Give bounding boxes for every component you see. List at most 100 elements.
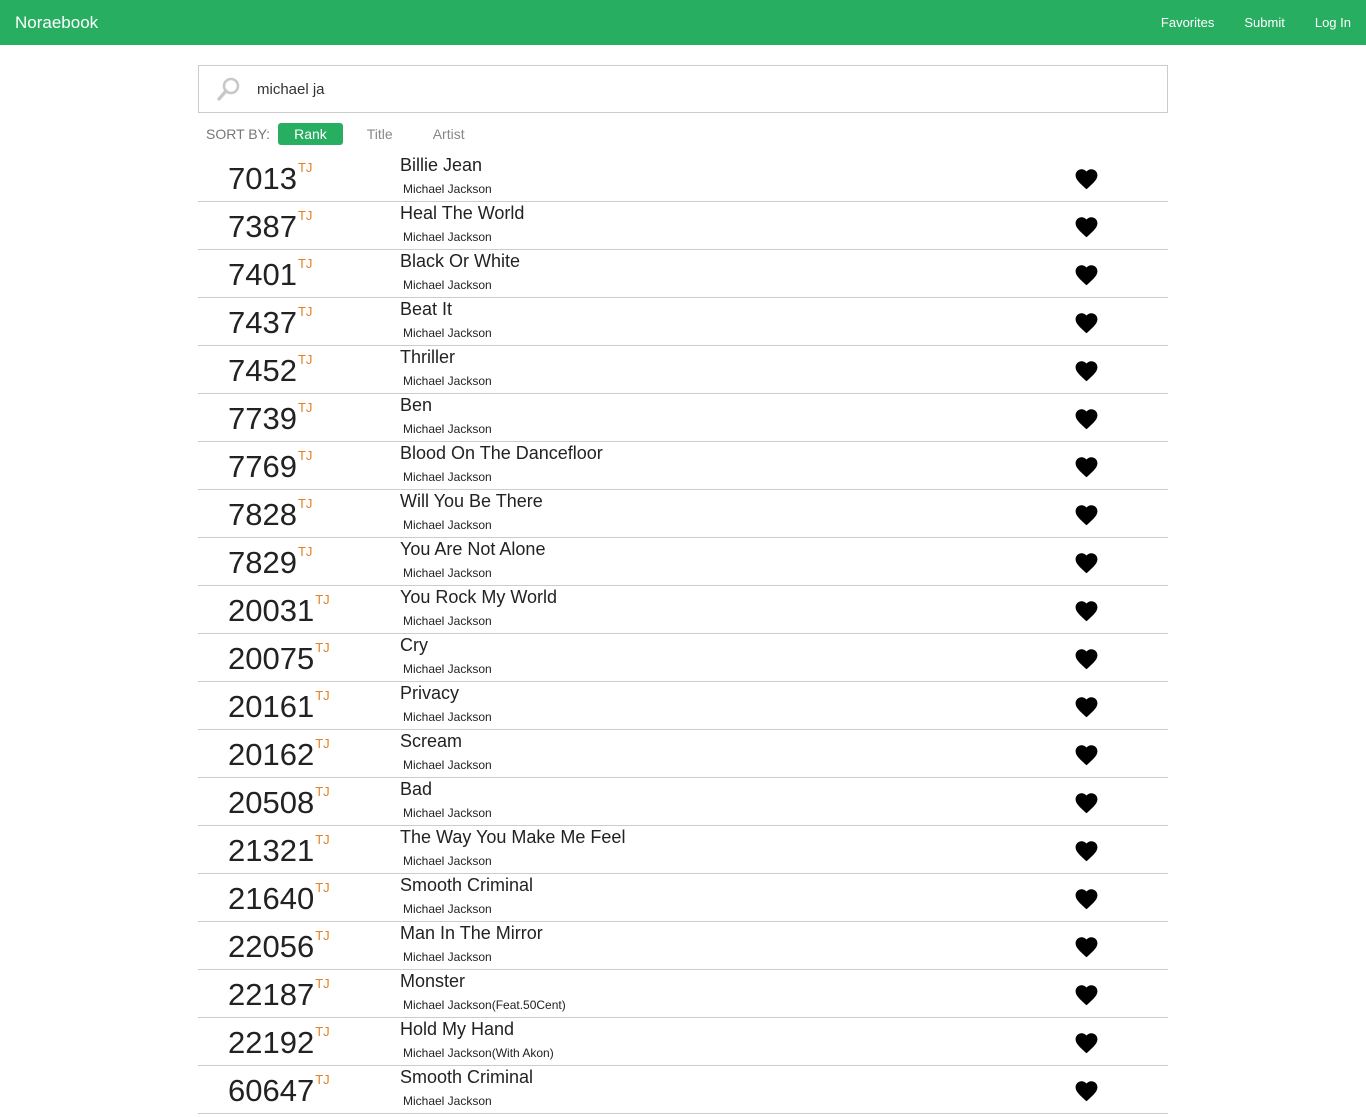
heart-icon[interactable] <box>1073 262 1100 286</box>
heart-icon[interactable] <box>1073 790 1100 814</box>
heart-icon[interactable] <box>1073 550 1100 574</box>
heart-icon[interactable] <box>1073 1078 1100 1102</box>
heart-icon[interactable] <box>1073 502 1100 526</box>
song-row[interactable]: 7013TJ Billie Jean Michael Jackson <box>198 154 1168 202</box>
karaoke-brand-tag: TJ <box>297 160 313 175</box>
heart-icon[interactable] <box>1073 646 1100 670</box>
song-number: 7452TJ <box>228 352 313 388</box>
song-artist: Michael Jackson <box>403 1094 492 1108</box>
song-number-value: 7387 <box>228 209 297 244</box>
heart-icon[interactable] <box>1073 982 1100 1006</box>
song-row[interactable]: 7829TJ You Are Not Alone Michael Jackson <box>198 538 1168 586</box>
karaoke-brand-tag: TJ <box>315 784 330 799</box>
karaoke-brand-tag: TJ <box>297 352 313 367</box>
song-number-value: 20161 <box>228 689 315 724</box>
heart-icon[interactable] <box>1073 358 1100 382</box>
song-row[interactable]: 7401TJ Black Or White Michael Jackson <box>198 250 1168 298</box>
sort-rank-button[interactable]: Rank <box>278 123 343 145</box>
song-number: 7437TJ <box>228 304 313 340</box>
sort-artist-button[interactable]: Artist <box>417 123 481 145</box>
song-row[interactable]: 7769TJ Blood On The Dancefloor Michael J… <box>198 442 1168 490</box>
song-row[interactable]: 20161TJ Privacy Michael Jackson <box>198 682 1168 730</box>
submit-link[interactable]: Submit <box>1244 15 1284 30</box>
heart-icon[interactable] <box>1073 838 1100 862</box>
song-title: Privacy <box>400 683 460 703</box>
karaoke-brand-tag: TJ <box>315 688 330 703</box>
song-artist: Michael Jackson <box>403 854 492 868</box>
song-row[interactable]: 7828TJ Will You Be There Michael Jackson <box>198 490 1168 538</box>
song-number-value: 7769 <box>228 449 297 484</box>
karaoke-brand-tag: TJ <box>315 976 330 991</box>
heart-icon[interactable] <box>1073 1030 1100 1054</box>
song-title: Smooth Criminal <box>400 875 534 895</box>
song-row[interactable]: 22187TJ Monster Michael Jackson(Feat.50C… <box>198 970 1168 1018</box>
song-artist: Michael Jackson <box>403 326 492 340</box>
heart-icon[interactable] <box>1073 166 1100 190</box>
sort-title-button[interactable]: Title <box>351 123 409 145</box>
song-row[interactable]: 60647TJ Smooth Criminal Michael Jackson <box>198 1066 1168 1114</box>
song-number-value: 7452 <box>228 353 297 388</box>
song-artist: Michael Jackson <box>403 614 492 628</box>
song-row[interactable]: 22056TJ Man In The Mirror Michael Jackso… <box>198 922 1168 970</box>
song-title: Beat It <box>400 299 453 319</box>
heart-icon[interactable] <box>1073 310 1100 334</box>
song-row[interactable]: 21640TJ Smooth Criminal Michael Jackson <box>198 874 1168 922</box>
heart-icon[interactable] <box>1073 406 1100 430</box>
song-number: 20162TJ <box>228 737 330 770</box>
song-number-value: 20075 <box>228 641 315 676</box>
karaoke-brand-tag: TJ <box>315 592 330 607</box>
song-artist: Michael Jackson <box>403 710 492 724</box>
song-row[interactable]: 20031TJ You Rock My World Michael Jackso… <box>198 586 1168 634</box>
nav-links: Favorites Submit Log In <box>1161 0 1366 45</box>
brand-logo[interactable]: Noraebook <box>0 13 98 33</box>
search-box[interactable] <box>198 65 1168 113</box>
song-row[interactable]: 22192TJ Hold My Hand Michael Jackson(Wit… <box>198 1018 1168 1066</box>
favorites-link[interactable]: Favorites <box>1161 15 1214 30</box>
song-row[interactable]: 7452TJ Thriller Michael Jackson <box>198 346 1168 394</box>
song-title: Monster <box>400 971 466 991</box>
karaoke-brand-tag: TJ <box>297 304 313 319</box>
song-row[interactable]: 21321TJ The Way You Make Me Feel Michael… <box>198 826 1168 874</box>
song-title: Thriller <box>400 347 456 367</box>
song-title: The Way You Make Me Feel <box>400 827 626 847</box>
karaoke-brand-tag: TJ <box>297 448 313 463</box>
heart-icon[interactable] <box>1073 934 1100 958</box>
karaoke-brand-tag: TJ <box>315 640 330 655</box>
song-row[interactable]: 20508TJ Bad Michael Jackson <box>198 778 1168 826</box>
heart-icon[interactable] <box>1073 742 1100 766</box>
song-row[interactable]: 20162TJ Scream Michael Jackson <box>198 730 1168 778</box>
login-link[interactable]: Log In <box>1315 15 1351 30</box>
song-number: 20031TJ <box>228 592 330 628</box>
song-row[interactable]: 7739TJ Ben Michael Jackson <box>198 394 1168 442</box>
song-number-value: 21321 <box>228 833 315 868</box>
song-number: 7401TJ <box>228 256 313 290</box>
heart-icon[interactable] <box>1073 886 1100 910</box>
heart-icon[interactable] <box>1073 694 1100 718</box>
song-number: 7769TJ <box>228 448 313 484</box>
song-artist: Michael Jackson <box>403 806 492 820</box>
song-row[interactable]: 20075TJ Cry Michael Jackson <box>198 634 1168 682</box>
song-row[interactable]: 7437TJ Beat It Michael Jackson <box>198 298 1168 346</box>
song-number-value: 20031 <box>228 593 315 628</box>
song-row[interactable]: 7387TJ Heal The World Michael Jackson <box>198 202 1168 250</box>
song-artist: Michael Jackson <box>403 422 492 436</box>
search-input[interactable] <box>257 80 1167 98</box>
heart-icon[interactable] <box>1073 214 1100 238</box>
song-number-value: 21640 <box>228 881 315 916</box>
karaoke-brand-tag: TJ <box>297 256 313 271</box>
song-number: 7739TJ <box>228 401 312 434</box>
song-artist: Michael Jackson <box>403 950 492 964</box>
song-number-value: 7437 <box>228 305 297 340</box>
heart-icon[interactable] <box>1073 598 1100 622</box>
karaoke-brand-tag: TJ <box>315 1072 330 1087</box>
sort-label: SORT BY: <box>206 126 271 142</box>
song-number-value: 7828 <box>228 497 297 532</box>
song-number-value: 7013 <box>228 161 297 196</box>
karaoke-brand-tag: TJ <box>297 544 313 559</box>
song-artist: Michael Jackson <box>403 902 492 916</box>
song-artist: Michael Jackson(Feat.50Cent) <box>403 998 566 1012</box>
song-artist: Michael Jackson <box>403 758 492 772</box>
song-artist: Michael Jackson <box>403 230 492 244</box>
heart-icon[interactable] <box>1073 454 1100 478</box>
song-title: Smooth Criminal <box>400 1067 534 1087</box>
